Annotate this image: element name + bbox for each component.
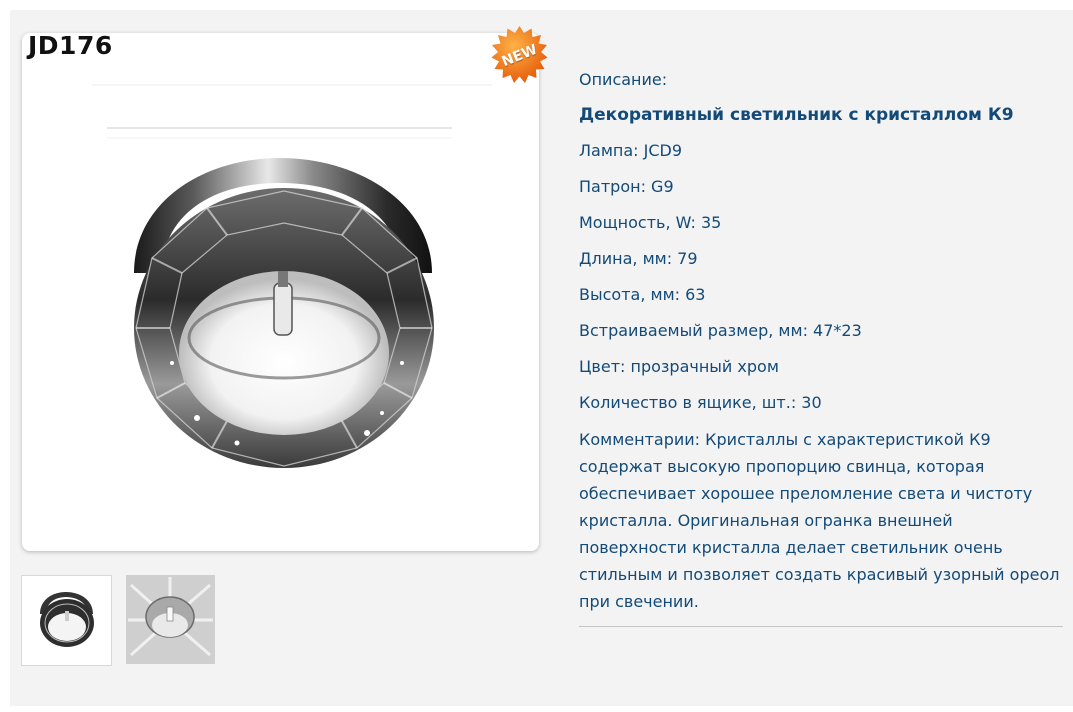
product-title: Декоративный светильник с кристаллом К9	[579, 105, 1014, 125]
description-label: Описание:	[579, 70, 668, 89]
crystal-lamp-image	[92, 84, 492, 468]
thumbnail-1[interactable]	[21, 575, 112, 666]
spec-length: Длина, мм: 79	[579, 249, 698, 268]
divider	[579, 626, 1063, 627]
crystal-fixture-lit-thumbnail-icon	[126, 575, 215, 664]
spec-lamp: Лампа: JCD9	[579, 141, 683, 160]
product-code: JD176	[28, 31, 113, 60]
main-product-image[interactable]	[22, 33, 539, 551]
spec-socket: Патрон: G9	[579, 177, 674, 196]
crystal-fixture-thumbnail-icon	[40, 592, 94, 647]
spec-box-qty: Количество в ящике, шт.: 30	[579, 393, 822, 412]
spec-height: Высота, мм: 63	[579, 285, 706, 304]
spec-power: Мощность, W: 35	[579, 213, 722, 232]
spec-mount-size: Встраиваемый размер, мм: 47*23	[579, 321, 862, 340]
thumbnail-2[interactable]	[126, 575, 215, 664]
spec-color: Цвет: прозрачный хром	[579, 357, 779, 376]
product-comment: Комментарии: Кристаллы с характеристикой…	[579, 430, 1060, 611]
new-badge: NEW	[489, 25, 550, 86]
